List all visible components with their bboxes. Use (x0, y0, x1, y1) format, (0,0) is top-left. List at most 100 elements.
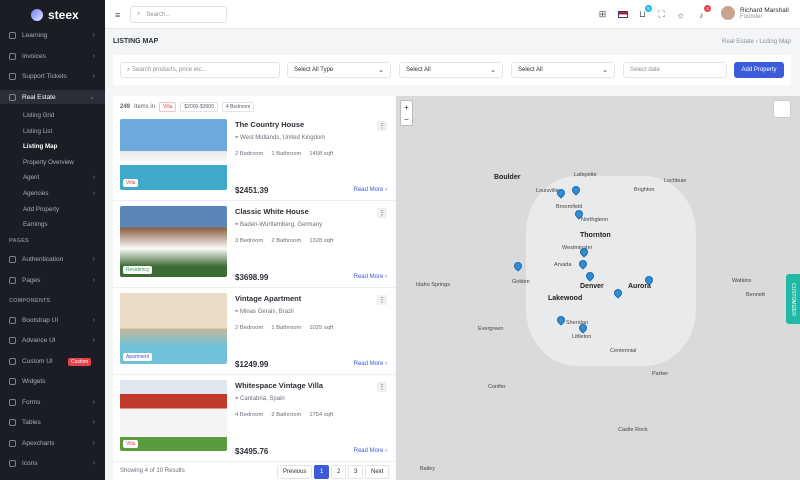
next-button[interactable]: Next (365, 465, 390, 479)
filter-bar: ⌕ Search products, price etc... Select A… (113, 55, 791, 85)
layers-icon[interactable] (773, 100, 791, 118)
property-image: Apartment (120, 293, 227, 364)
sidebar-item-apexcharts[interactable]: Apexcharts › (0, 436, 105, 450)
card-location: ⌖ Cantabria, Spain (235, 396, 285, 402)
sub-property-overview[interactable]: Property Overview (0, 155, 105, 169)
sub-earnings[interactable]: Earnings (0, 217, 105, 231)
bootstrap-icon (9, 316, 16, 324)
sub-listing-map[interactable]: Listing Map (0, 139, 105, 153)
hamburger-icon[interactable]: ≡ (115, 10, 120, 20)
sidebar-item-bootstrap[interactable]: Bootstrap UI › (0, 313, 105, 327)
read-more-link[interactable]: Read More › (354, 187, 387, 193)
avatar (721, 6, 735, 20)
page-title: LISTING MAP (113, 38, 159, 45)
sidebar-item-tables[interactable]: Tables › (0, 415, 105, 429)
listing-card[interactable]: Villa Whitespace Vintage Villa ⌖ Cantabr… (113, 375, 395, 462)
chevron-down-icon: ⌄ (490, 67, 496, 74)
listing-panel: 249 Items in Villa $2000-$3000 4 Bedroom Vil… (113, 96, 395, 480)
app-logo[interactable]: steex (0, 0, 105, 29)
bell-icon[interactable]: ♪ 4 (696, 5, 711, 20)
sidebar-item-invoices[interactable]: Invoices › (0, 49, 105, 63)
flag-icon[interactable] (617, 9, 628, 20)
map-label: Northglenn (581, 217, 608, 223)
map-label: Conifer (488, 384, 506, 390)
pages-icon (9, 276, 16, 284)
listing-card[interactable]: Apartment Vintage Apartment ⌖ Minas Gera… (113, 288, 395, 375)
sidebar-item-icons[interactable]: Icons › (0, 456, 105, 470)
read-more-link[interactable]: Read More › (354, 274, 387, 280)
map-label: Littleton (572, 334, 592, 340)
map-label: Boulder (494, 174, 521, 181)
invoice-icon (9, 52, 16, 60)
card-title[interactable]: Vintage Apartment (235, 294, 301, 303)
more-options-icon[interactable]: ⋮ (377, 121, 387, 131)
custom-badge: Custom (68, 358, 92, 366)
chevron-down-icon: ⌄ (602, 67, 608, 74)
customizer-tab[interactable]: CUSTOMIZER (786, 274, 800, 324)
sidebar-item-forms[interactable]: Forms › (0, 395, 105, 409)
chip-price[interactable]: $2000-$3000 (180, 102, 218, 112)
zoom-in-button[interactable]: + (401, 101, 412, 113)
map-label: Bennett (746, 292, 765, 298)
user-menu[interactable]: Richard Marshall Founder (721, 6, 789, 20)
chart-icon (9, 439, 16, 447)
building-icon (9, 93, 16, 101)
add-property-button[interactable]: Add Property (734, 62, 784, 78)
sidebar-item-authentication[interactable]: Authentication › (0, 252, 105, 266)
sidebar-item-support[interactable]: Support Tickets › (0, 69, 105, 83)
map-label: Castle Rock (618, 427, 648, 433)
filter-select-3[interactable]: Select All ⌄ (511, 62, 615, 78)
page-2-button[interactable]: 2 (331, 465, 347, 479)
map-label: Idaho Springs (416, 282, 450, 288)
card-title[interactable]: The Country House (235, 120, 304, 129)
zoom-control: + − (400, 100, 413, 126)
cart-icon[interactable]: ⊔ 5 (637, 5, 652, 20)
type-select[interactable]: Select All Type ⌄ (287, 62, 391, 78)
more-options-icon[interactable]: ⋮ (377, 382, 387, 392)
search-input[interactable]: ⌕ Search... (130, 6, 227, 23)
read-more-link[interactable]: Read More › (354, 361, 387, 367)
table-icon (9, 418, 16, 426)
map-view[interactable]: + − Boulder Louisville Broomfield Northgl… (396, 96, 800, 480)
read-more-link[interactable]: Read More › (354, 448, 387, 454)
date-input[interactable]: Select date (623, 62, 727, 78)
forms-icon (9, 398, 16, 406)
zoom-out-button[interactable]: − (401, 113, 412, 125)
card-price: $3698.99 (235, 273, 269, 282)
listing-card[interactable]: Villa The Country House ⌖ West Midlands,… (113, 114, 395, 201)
chip-villa[interactable]: Villa (159, 102, 177, 112)
sub-listing-list[interactable]: Listing List (0, 124, 105, 138)
card-features: 2 Bedroom 1 Bathroom 1458 sqft (235, 151, 334, 157)
sidebar-item-advance[interactable]: Advance UI › (0, 333, 105, 347)
breadcrumb[interactable]: Real Estate › Listing Map (722, 38, 791, 45)
sub-agencies[interactable]: Agencies › (0, 186, 105, 200)
more-options-icon[interactable]: ⋮ (377, 208, 387, 218)
section-pages: PAGES (9, 238, 29, 244)
fullscreen-icon[interactable]: ⛶ (656, 9, 667, 20)
sub-listing-grid[interactable]: Listing Grid (0, 108, 105, 122)
property-image: Villa (120, 380, 227, 451)
sidebar-item-real-estate[interactable]: Real Estate ⌄ (0, 90, 105, 104)
sidebar-item-learning[interactable]: Learning › (0, 28, 105, 42)
page-1-button[interactable]: 1 (314, 465, 330, 479)
sub-agent[interactable]: Agent › (0, 170, 105, 184)
widget-icon (9, 377, 16, 385)
sidebar-item-widgets[interactable]: Widgets (0, 374, 105, 388)
chip-bedroom[interactable]: 4 Bedroom (221, 102, 255, 112)
filter-select-2[interactable]: Select All ⌄ (399, 62, 503, 78)
theme-icon[interactable]: ☼ (675, 9, 686, 20)
more-options-icon[interactable]: ⋮ (377, 295, 387, 305)
sub-add-property[interactable]: Add Property (0, 202, 105, 216)
sidebar-item-pages[interactable]: Pages › (0, 273, 105, 287)
apps-icon[interactable]: ⊞ (597, 9, 608, 20)
map-label: Louisville (536, 188, 559, 194)
previous-button[interactable]: Previous (277, 465, 313, 479)
product-search-input[interactable]: ⌕ Search products, price etc... (120, 62, 280, 78)
listing-card[interactable]: Residency Classic White House ⌖ Baden-Wü… (113, 201, 395, 288)
page-3-button[interactable]: 3 (348, 465, 364, 479)
map-label: Centennial (610, 348, 637, 354)
card-price: $2451.39 (235, 186, 269, 195)
card-title[interactable]: Classic White House (235, 207, 309, 216)
card-title[interactable]: Whitespace Vintage Villa (235, 381, 323, 390)
map-pin[interactable] (512, 260, 524, 272)
